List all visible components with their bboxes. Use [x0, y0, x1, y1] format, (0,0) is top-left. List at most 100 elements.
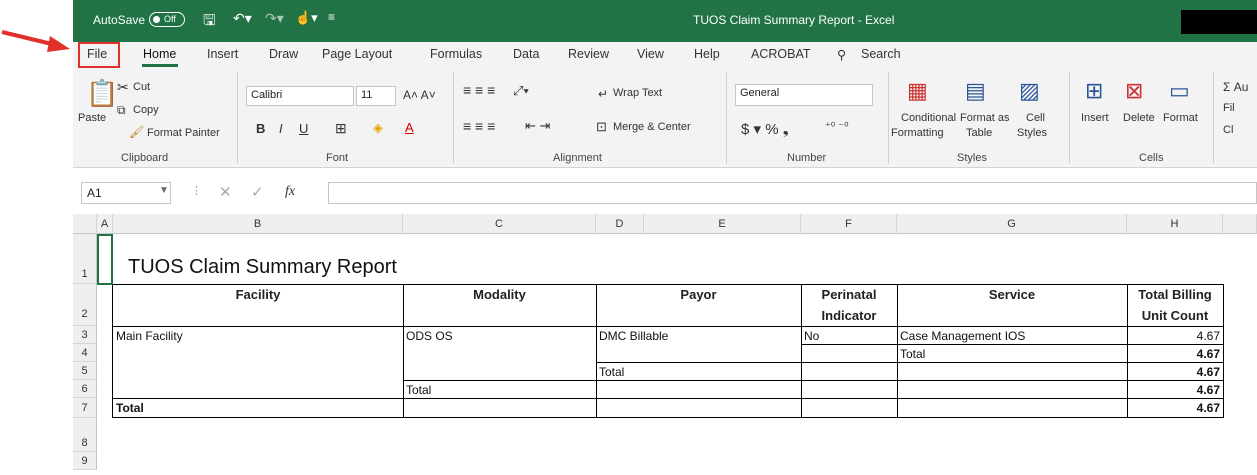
font-color-icon[interactable]: A: [405, 120, 414, 135]
format-as-table-button[interactable]: Format as: [960, 112, 1010, 124]
font-grow-shrink-icon[interactable]: A˄ A˅: [403, 88, 436, 102]
merge-center-icon[interactable]: ⊡: [596, 119, 607, 135]
format-painter-icon[interactable]: 🖌: [129, 126, 144, 138]
insert-cells-button[interactable]: Insert: [1081, 112, 1109, 124]
cell-value-row4[interactable]: 4.67: [1127, 347, 1220, 361]
cell-value-row6[interactable]: 4.67: [1127, 383, 1220, 397]
save-icon[interactable]: 🖫: [203, 10, 216, 35]
tab-formulas[interactable]: Formulas: [430, 47, 482, 61]
fill-button[interactable]: Fil: [1223, 102, 1235, 114]
format-as-table-button-line2[interactable]: Table: [966, 127, 992, 139]
cell-grand-total-value[interactable]: 4.67: [1127, 401, 1220, 415]
row-header-8[interactable]: 8: [73, 434, 97, 452]
fill-color-icon[interactable]: ◈: [373, 120, 383, 136]
tab-review[interactable]: Review: [568, 47, 609, 61]
orientation-icon[interactable]: ⤢▾: [513, 83, 529, 99]
accounting-format-icon[interactable]: $ ▾ % ❟: [741, 120, 789, 138]
cell-modality-total[interactable]: Total: [406, 383, 431, 397]
row-header-4[interactable]: 4: [73, 344, 97, 362]
cut-button[interactable]: Cut: [133, 81, 150, 93]
bold-icon[interactable]: B: [256, 121, 265, 136]
cell-facility[interactable]: Main Facility: [116, 329, 183, 343]
customize-qat-icon[interactable]: ≡: [328, 10, 335, 24]
underline-icon[interactable]: U: [299, 121, 308, 136]
borders-icon[interactable]: ⊞: [335, 120, 347, 137]
tab-draw[interactable]: Draw: [269, 47, 298, 61]
row-header-5[interactable]: 5: [73, 362, 97, 380]
row-header-3[interactable]: 3: [73, 326, 97, 344]
column-header-e[interactable]: E: [644, 214, 801, 234]
merge-center-button[interactable]: Merge & Center: [613, 121, 691, 133]
row-header-2[interactable]: 2: [73, 284, 97, 326]
copy-icon[interactable]: ⧉: [117, 104, 126, 116]
conditional-formatting-icon[interactable]: ▦: [907, 80, 928, 102]
font-size-select[interactable]: 11: [356, 86, 396, 106]
tab-insert[interactable]: Insert: [207, 47, 238, 61]
row-header-1[interactable]: 1: [73, 234, 97, 284]
decimal-icon[interactable]: ⁺⁰ ⁻⁰: [825, 120, 849, 133]
cell-styles-button[interactable]: Cell: [1026, 112, 1045, 124]
insert-function-icon[interactable]: fx: [285, 184, 295, 200]
tab-acrobat[interactable]: ACROBAT: [751, 47, 811, 61]
cell-styles-icon[interactable]: ▨: [1019, 80, 1040, 102]
wrap-text-icon[interactable]: ↵: [598, 87, 608, 101]
autosum-button[interactable]: Σ Au: [1223, 80, 1248, 94]
cell-service[interactable]: Case Management IOS: [900, 329, 1025, 343]
select-all-corner[interactable]: [73, 214, 97, 234]
selected-cell-a1[interactable]: [97, 234, 113, 285]
delete-cells-button[interactable]: Delete: [1123, 112, 1155, 124]
name-box-dropdown-icon[interactable]: ▼: [159, 185, 169, 196]
cell-grand-total-label[interactable]: Total: [116, 401, 144, 415]
cell-modality[interactable]: ODS OS: [406, 329, 453, 343]
tab-view[interactable]: View: [637, 47, 664, 61]
paste-icon[interactable]: 📋: [86, 80, 118, 106]
wrap-text-button[interactable]: Wrap Text: [613, 87, 662, 99]
conditional-formatting-button[interactable]: Conditional: [901, 112, 956, 124]
enter-icon[interactable]: ✓: [251, 183, 264, 201]
clear-button[interactable]: Cl: [1223, 124, 1233, 136]
paste-button[interactable]: Paste: [78, 112, 106, 124]
number-format-select[interactable]: General: [735, 84, 873, 106]
column-header-c[interactable]: C: [403, 214, 596, 234]
font-name-select[interactable]: Calibri: [246, 86, 354, 106]
conditional-formatting-button-line2[interactable]: Formatting: [891, 127, 944, 139]
format-as-table-icon[interactable]: ▤: [965, 80, 986, 102]
column-header-i[interactable]: [1223, 214, 1257, 234]
column-header-h[interactable]: H: [1127, 214, 1223, 234]
cell-value-row3[interactable]: 4.67: [1127, 329, 1220, 343]
tab-page-layout[interactable]: Page Layout: [322, 47, 392, 61]
column-header-b[interactable]: B: [113, 214, 403, 234]
name-box[interactable]: A1: [81, 182, 171, 204]
cell-styles-button-line2[interactable]: Styles: [1017, 127, 1047, 139]
redo-icon[interactable]: ↷▾: [265, 10, 284, 27]
undo-icon[interactable]: ↶▾: [233, 10, 252, 27]
autosave-toggle[interactable]: Off: [149, 12, 185, 27]
formula-input[interactable]: [328, 182, 1257, 204]
column-header-a[interactable]: A: [97, 214, 113, 234]
copy-button[interactable]: Copy: [133, 104, 159, 116]
touch-mode-icon[interactable]: ☝▾: [295, 10, 318, 26]
column-header-d[interactable]: D: [596, 214, 644, 234]
tab-help[interactable]: Help: [694, 47, 720, 61]
cell-payor-total[interactable]: Total: [599, 365, 624, 379]
delete-cells-icon[interactable]: ⊠: [1125, 80, 1143, 102]
row-header-7[interactable]: 7: [73, 398, 97, 418]
cell-payor[interactable]: DMC Billable: [599, 329, 668, 343]
column-header-f[interactable]: F: [801, 214, 897, 234]
align-left-icon[interactable]: ≡ ≡ ≡: [463, 118, 495, 134]
format-cells-button[interactable]: Format: [1163, 112, 1198, 124]
tab-file[interactable]: File: [87, 47, 107, 61]
cancel-icon[interactable]: ✕: [219, 183, 232, 201]
search-icon[interactable]: ⚲: [837, 47, 846, 62]
indent-icon[interactable]: ⇤ ⇥: [525, 118, 550, 134]
tab-data[interactable]: Data: [513, 47, 539, 61]
column-header-g[interactable]: G: [897, 214, 1127, 234]
row-header-9[interactable]: 9: [73, 452, 97, 470]
cell-service-total[interactable]: Total: [900, 347, 925, 361]
cell-perinatal[interactable]: No: [804, 329, 819, 343]
cell-value-row5[interactable]: 4.67: [1127, 365, 1220, 379]
tab-home[interactable]: Home: [143, 47, 176, 61]
format-cells-icon[interactable]: ▭: [1169, 80, 1190, 102]
align-top-icon[interactable]: ≡ ≡ ≡: [463, 82, 495, 98]
cut-icon[interactable]: ✂: [117, 80, 129, 94]
